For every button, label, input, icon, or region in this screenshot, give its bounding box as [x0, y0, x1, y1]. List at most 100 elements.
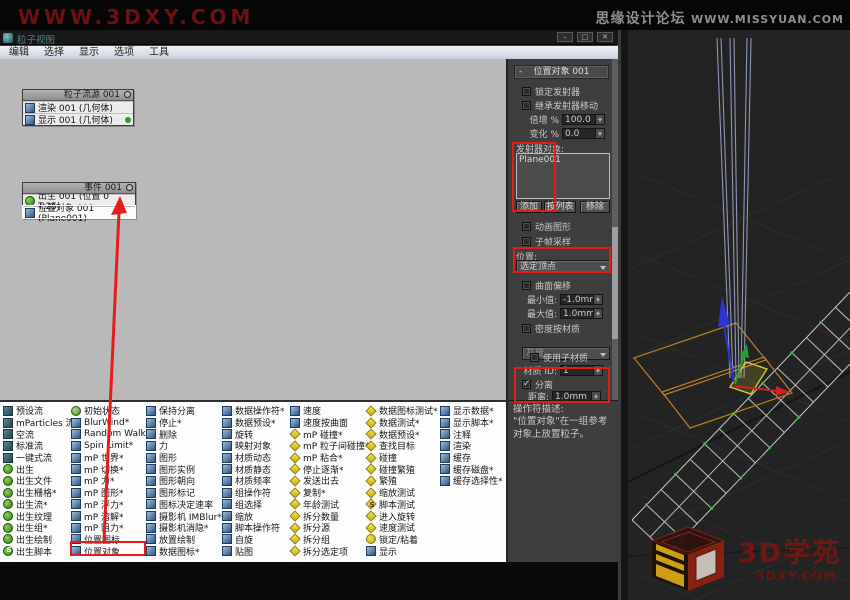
- depot-item[interactable]: 渲染: [440, 440, 503, 452]
- depot-item[interactable]: 图标决定速率: [146, 499, 222, 511]
- depot-item[interactable]: 复制*: [290, 487, 370, 499]
- depot-item[interactable]: 查找目标: [366, 440, 438, 452]
- emitter-list-item-plane001[interactable]: Plane001: [517, 154, 609, 166]
- depot-item[interactable]: 拆分源: [290, 522, 370, 534]
- sub-material-checkbox[interactable]: [530, 353, 539, 362]
- depot-item[interactable]: mP 粘合*: [290, 452, 370, 464]
- event-display-canvas[interactable]: 粒子流源 001 渲染 001 (几何体) 显示 001 (几何体): [0, 59, 506, 400]
- depot-item[interactable]: mP 溶解*: [71, 510, 150, 522]
- checkbox-use-sub-material[interactable]: 使用子材质: [530, 351, 588, 364]
- depot-item[interactable]: 显示数据*: [440, 405, 503, 417]
- multiplier-spinner[interactable]: [596, 114, 605, 125]
- depot-item[interactable]: 速度按曲面: [290, 417, 370, 429]
- depot-item[interactable]: 数据测试*: [366, 417, 438, 429]
- depot-item[interactable]: 预设流: [3, 405, 79, 417]
- depot-item[interactable]: 发送出去: [290, 475, 370, 487]
- viewport-3d[interactable]: 3D学苑 3DXY.COM: [618, 30, 850, 600]
- depot-item[interactable]: 出生文件: [3, 475, 79, 487]
- depot-item[interactable]: 摄影机消隐*: [146, 522, 222, 534]
- depot-item[interactable]: 出生纹理: [3, 510, 79, 522]
- depot-item[interactable]: 数据图标*: [146, 545, 222, 557]
- multiplier-field[interactable]: 100.0: [562, 114, 596, 125]
- checkbox-lock-emitter[interactable]: 锁定发射器: [522, 85, 580, 98]
- depot-item[interactable]: 锁定/粘着: [366, 534, 438, 546]
- depot-item[interactable]: 图形朝向: [146, 475, 222, 487]
- depot-item[interactable]: 脚本测试: [366, 499, 438, 511]
- depot-item[interactable]: 拆分组: [290, 534, 370, 546]
- collapse-icon[interactable]: -: [519, 67, 522, 78]
- minimize-button[interactable]: –: [557, 32, 573, 42]
- depot-item[interactable]: 出生组*: [3, 522, 79, 534]
- depot-item[interactable]: 保持分离: [146, 405, 222, 417]
- depot-item[interactable]: mP 碰撞*: [290, 428, 370, 440]
- depot-item[interactable]: 年龄测试: [290, 499, 370, 511]
- depot-item[interactable]: 放置绘制: [146, 534, 222, 546]
- depot-item[interactable]: 繁殖: [366, 475, 438, 487]
- material-id-field[interactable]: 1: [560, 365, 594, 376]
- animated-shape-checkbox[interactable]: [522, 222, 531, 231]
- min-field[interactable]: -1.0mm: [560, 294, 594, 305]
- node-source-title[interactable]: 粒子流源 001: [23, 90, 133, 101]
- close-button[interactable]: ✕: [597, 32, 613, 42]
- depot-item[interactable]: 位置图标: [71, 534, 150, 546]
- operator-display[interactable]: 显示 001 (几何体): [23, 113, 133, 125]
- maximize-button[interactable]: □: [577, 32, 593, 42]
- depot-item[interactable]: 缩放测试: [366, 487, 438, 499]
- variation-spinner[interactable]: [596, 128, 605, 139]
- depot-item[interactable]: 删除: [146, 428, 222, 440]
- operator-position-object[interactable]: 位置对象 001 (Plane001): [23, 206, 135, 218]
- depot-item[interactable]: mP 阻力*: [71, 522, 150, 534]
- depot-item[interactable]: 拆分选定项: [290, 545, 370, 557]
- depot-item[interactable]: 旋转: [222, 428, 285, 440]
- depot-item[interactable]: mP 切换*: [71, 463, 150, 475]
- depot-item[interactable]: 图形: [146, 452, 222, 464]
- depot-item[interactable]: mP 粒子间碰撞*: [290, 440, 370, 452]
- material-id-spinner[interactable]: [594, 365, 603, 376]
- depot-item[interactable]: 组操作符: [222, 487, 285, 499]
- node-event-title[interactable]: 事件 001: [23, 183, 135, 194]
- depot-item[interactable]: 脚本操作符: [222, 522, 285, 534]
- checkbox-animated-shape[interactable]: 动画图形: [522, 220, 571, 233]
- depot-item[interactable]: 摄影机 IMBlur*: [146, 510, 222, 522]
- depot-item[interactable]: 数据预设*: [222, 417, 285, 429]
- checkbox-inherit-emitter[interactable]: 继承发射器移动: [522, 99, 598, 112]
- depot-item[interactable]: 缩放: [222, 510, 285, 522]
- depot-item[interactable]: 出生栅格*: [3, 487, 79, 499]
- depot-item[interactable]: 空流: [3, 428, 79, 440]
- depot-item[interactable]: 数据预设*: [366, 428, 438, 440]
- location-dropdown[interactable]: 选定顶点: [516, 260, 610, 273]
- depot-item[interactable]: 位置对象: [71, 545, 150, 557]
- depot-item[interactable]: 图形标记: [146, 487, 222, 499]
- depot-item[interactable]: Random Walk*: [71, 428, 150, 440]
- depot-item[interactable]: 缓存: [440, 452, 503, 464]
- depot-item[interactable]: 进入旋转: [366, 510, 438, 522]
- inherit-emitter-checkbox[interactable]: [522, 101, 531, 110]
- emitter-objects-list[interactable]: Plane001: [516, 153, 610, 199]
- depot-item[interactable]: 自旋: [222, 534, 285, 546]
- node-particle-source[interactable]: 粒子流源 001 渲染 001 (几何体) 显示 001 (几何体): [22, 89, 134, 126]
- menu-display[interactable]: 显示: [79, 47, 99, 59]
- depot-item[interactable]: 拆分数量: [290, 510, 370, 522]
- depot-item[interactable]: mParticles 流*: [3, 417, 79, 429]
- separation-checkbox[interactable]: [522, 380, 531, 389]
- depot-item[interactable]: 出生绘制: [3, 534, 79, 546]
- node-event-001[interactable]: 事件 001 出生 001 (位置 0 T:25) 位置对象 001 (Plan…: [22, 182, 136, 219]
- depot-item[interactable]: 一键式流: [3, 452, 79, 464]
- depot-item[interactable]: 显示: [366, 545, 438, 557]
- depot-item[interactable]: mP 图形*: [71, 487, 150, 499]
- depot-item[interactable]: mP 力*: [71, 475, 150, 487]
- menu-options[interactable]: 选项: [114, 47, 134, 59]
- min-spinner[interactable]: [594, 294, 603, 305]
- depot-item[interactable]: 缓存选择性*: [440, 475, 503, 487]
- depot-item[interactable]: 材质动态: [222, 452, 285, 464]
- depot-item[interactable]: 初始状态: [71, 405, 150, 417]
- depot-item[interactable]: 标准流: [3, 440, 79, 452]
- depot-item[interactable]: 碰撞: [366, 452, 438, 464]
- depot-item[interactable]: mP 世界*: [71, 452, 150, 464]
- depot-item[interactable]: 材质频率: [222, 475, 285, 487]
- depot-item[interactable]: 碰撞繁殖: [366, 463, 438, 475]
- menu-tools[interactable]: 工具: [149, 47, 169, 59]
- surface-offset-checkbox[interactable]: [522, 281, 531, 290]
- depot-item[interactable]: 停止逐渐*: [290, 463, 370, 475]
- depot-item[interactable]: 映射对象: [222, 440, 285, 452]
